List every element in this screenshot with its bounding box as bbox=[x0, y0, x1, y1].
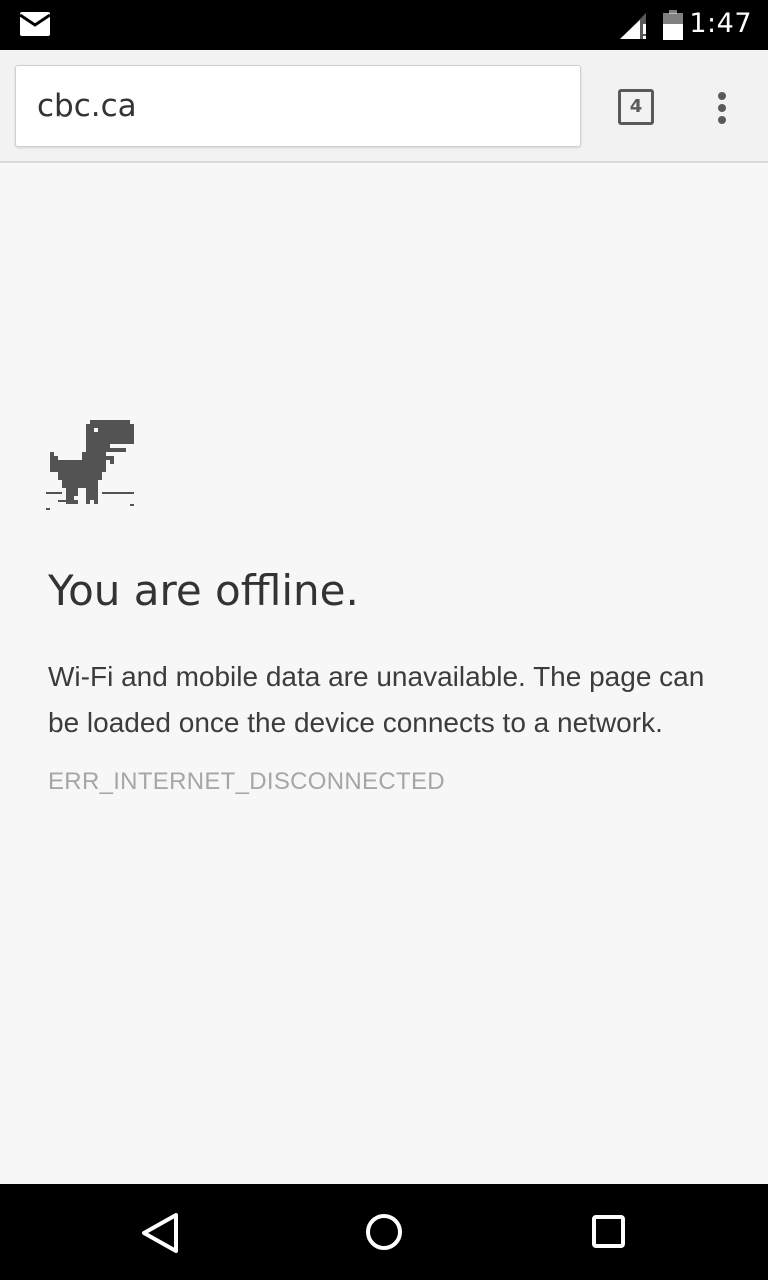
error-message: Wi-Fi and mobile data are unavailable. T… bbox=[48, 661, 705, 738]
recents-button[interactable] bbox=[578, 1202, 638, 1262]
back-button[interactable] bbox=[130, 1202, 190, 1262]
tab-switcher-icon: 4 bbox=[618, 89, 654, 125]
offline-dinosaur-icon[interactable] bbox=[46, 420, 138, 517]
page-title: You are offline. bbox=[48, 566, 359, 615]
address-bar[interactable]: cbc.ca bbox=[15, 65, 581, 147]
signal-icon bbox=[618, 11, 648, 46]
browser-toolbar: cbc.ca 4 bbox=[0, 50, 768, 163]
navigation-bar bbox=[0, 1184, 768, 1280]
error-code: ERR_INTERNET_DISCONNECTED bbox=[48, 768, 445, 795]
tab-switcher-button[interactable]: 4 bbox=[612, 84, 660, 132]
status-bar: 1:47 bbox=[0, 0, 768, 50]
address-bar-url: cbc.ca bbox=[37, 88, 137, 124]
home-button[interactable] bbox=[354, 1202, 414, 1262]
battery-icon bbox=[662, 10, 684, 45]
mail-icon bbox=[19, 12, 51, 41]
tab-count: 4 bbox=[629, 96, 643, 117]
overflow-menu-button[interactable] bbox=[700, 84, 744, 132]
status-time: 1:47 bbox=[689, 8, 752, 39]
